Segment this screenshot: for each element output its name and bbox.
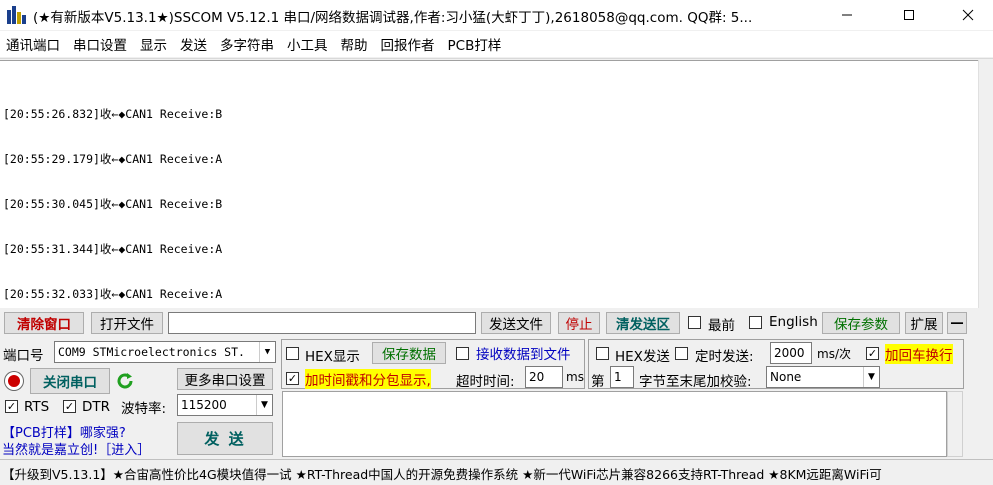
send-scrollbar[interactable]: [947, 391, 963, 457]
baud-value: 115200: [181, 398, 227, 412]
front-most-label: 最前: [708, 318, 735, 334]
menu-comm-port[interactable]: 通讯端口: [0, 34, 67, 54]
english-checkbox[interactable]: [749, 316, 762, 329]
port-value: COM9 STMicroelectronics ST.: [58, 345, 245, 359]
receive-line: [20:55:31.344]收←◆CAN1 Receive:A: [3, 242, 223, 256]
minimize-icon[interactable]: [824, 0, 870, 30]
add-crlf-checkbox[interactable]: ✓: [866, 347, 879, 360]
more-serial-settings-button[interactable]: 更多串口设置: [177, 368, 273, 390]
clear-send-button[interactable]: 清发送区: [606, 312, 680, 334]
send-textarea[interactable]: [282, 391, 947, 457]
chevron-down-icon[interactable]: ▼: [863, 367, 879, 387]
receive-area[interactable]: [20:55:26.832]收←◆CAN1 Receive:B [20:55:2…: [0, 60, 978, 308]
front-most-checkbox[interactable]: [688, 316, 701, 329]
file-path-input[interactable]: [168, 312, 476, 334]
expand-button[interactable]: 扩展: [905, 312, 943, 334]
menu-tools[interactable]: 小工具: [281, 34, 335, 54]
hex-display-checkbox[interactable]: [286, 347, 299, 360]
send-button[interactable]: 发 送: [177, 422, 273, 455]
add-crlf-label: 加回车换行: [885, 344, 953, 364]
byte-label-post: 字节至末尾加校验:: [639, 374, 752, 390]
window-title: (★有新版本V5.13.1★)SSCOM V5.12.1 串口/网络数据调试器,…: [33, 10, 753, 26]
timeout-label: 超时时间:: [456, 374, 515, 390]
send-file-button[interactable]: 发送文件: [481, 312, 551, 334]
app-icon: [7, 6, 27, 24]
port-status-icon: [5, 372, 23, 390]
pcb-ad-line2[interactable]: 当然就是嘉立创!［进入］: [2, 439, 150, 458]
save-data-button[interactable]: 保存数据: [372, 342, 446, 364]
menu-pcb[interactable]: PCB打样: [442, 34, 509, 54]
baud-label: 波特率:: [121, 401, 167, 417]
timed-send-checkbox[interactable]: [675, 347, 688, 360]
title-bar: (★有新版本V5.13.1★)SSCOM V5.12.1 串口/网络数据调试器,…: [0, 0, 993, 30]
menu-bar: 通讯端口 串口设置 显示 发送 多字符串 小工具 帮助 回报作者 PCB打样: [0, 31, 993, 57]
dtr-checkbox[interactable]: ✓: [63, 400, 76, 413]
receive-log: [20:55:26.832]收←◆CAN1 Receive:B [20:55:2…: [3, 77, 222, 332]
chevron-down-icon[interactable]: ▼: [256, 395, 272, 415]
checksum-select[interactable]: None ▼: [766, 366, 880, 388]
timestamp-checkbox[interactable]: ✓: [286, 372, 299, 385]
receive-line: [20:55:29.179]收←◆CAN1 Receive:A: [3, 152, 223, 166]
interval-unit: ms/次: [817, 347, 851, 361]
timeout-input[interactable]: 20: [525, 366, 563, 388]
menu-report-author[interactable]: 回报作者: [375, 34, 442, 54]
refresh-icon[interactable]: [114, 370, 136, 392]
menu-help[interactable]: 帮助: [335, 34, 375, 54]
clear-window-button[interactable]: 清除窗口: [4, 312, 84, 334]
chevron-down-icon[interactable]: ▼: [259, 342, 275, 362]
open-file-button[interactable]: 打开文件: [91, 312, 163, 334]
hex-send-label: HEX发送: [615, 349, 670, 365]
byte-index-input[interactable]: 1: [610, 366, 634, 388]
timed-send-label: 定时发送:: [695, 349, 754, 365]
status-bar[interactable]: 【升级到V5.13.1】★合宙高性价比4G模块值得一试 ★RT-Thread中国…: [0, 459, 993, 485]
hex-display-label: HEX显示: [305, 349, 360, 365]
menu-display[interactable]: 显示: [134, 34, 174, 54]
baud-select[interactable]: 115200 ▼: [177, 394, 273, 416]
close-port-button[interactable]: 关闭串口: [30, 368, 110, 394]
interval-input[interactable]: 2000: [770, 342, 812, 364]
menu-serial-settings[interactable]: 串口设置: [67, 34, 134, 54]
port-select[interactable]: COM9 STMicroelectronics ST. ▼: [54, 341, 276, 363]
close-icon[interactable]: [945, 0, 991, 30]
recv-to-file-checkbox[interactable]: [456, 347, 469, 360]
menu-divider: [0, 58, 993, 59]
rts-label: RTS: [24, 399, 50, 415]
receive-line: [20:55:30.045]收←◆CAN1 Receive:B: [3, 197, 223, 211]
menu-multi-string[interactable]: 多字符串: [214, 34, 281, 54]
receive-scrollbar[interactable]: [978, 60, 993, 308]
receive-line: [20:55:26.832]收←◆CAN1 Receive:B: [3, 107, 223, 121]
rts-checkbox[interactable]: ✓: [5, 400, 18, 413]
byte-label-pre: 第: [591, 374, 605, 390]
checksum-value: None: [770, 370, 802, 384]
port-label: 端口号: [3, 348, 44, 364]
collapse-button[interactable]: —: [947, 312, 967, 334]
recv-to-file-label: 接收数据到文件: [476, 347, 571, 363]
timestamp-label: 加时间戳和分包显示,: [305, 369, 431, 389]
maximize-icon[interactable]: [886, 0, 932, 30]
hex-send-checkbox[interactable]: [596, 347, 609, 360]
stop-button[interactable]: 停止: [558, 312, 600, 334]
timeout-unit: ms: [566, 370, 584, 384]
receive-line: [20:55:32.033]收←◆CAN1 Receive:A: [3, 287, 223, 301]
save-params-button[interactable]: 保存参数: [822, 312, 900, 334]
menu-send[interactable]: 发送: [174, 34, 214, 54]
english-label: English: [769, 314, 818, 330]
dtr-label: DTR: [82, 399, 111, 415]
